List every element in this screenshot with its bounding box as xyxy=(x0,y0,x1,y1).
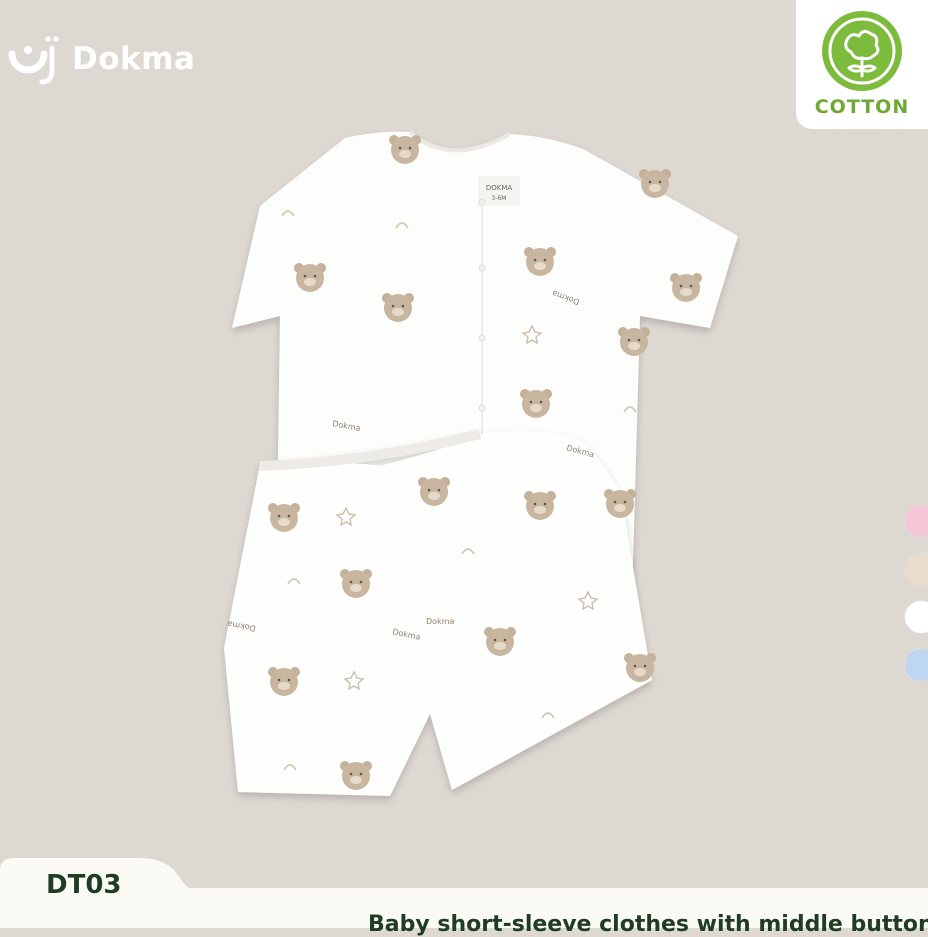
color-swatch-pink[interactable] xyxy=(904,504,928,538)
product-code: DT03 xyxy=(46,870,122,900)
print-text: Dokma xyxy=(426,617,454,626)
color-swatch-blue[interactable] xyxy=(904,648,928,682)
color-swatch-white[interactable] xyxy=(904,600,928,634)
cotton-label: COTTON xyxy=(814,96,910,118)
tag-size: 3-6M xyxy=(492,195,507,202)
cotton-badge: COTTON xyxy=(796,0,928,129)
cotton-flower-icon xyxy=(822,11,902,91)
product-title: Baby short-sleeve clothes with middle bu… xyxy=(368,912,928,937)
brand-logo[interactable]: Dokma xyxy=(4,30,195,88)
product-image[interactable]: DOKMA 3-6M Dokma Dokma Dokma Dokma Dokma… xyxy=(220,128,740,808)
tag-brand: DOKMA xyxy=(486,184,513,192)
brand-name: Dokma xyxy=(72,41,196,77)
color-swatch-beige[interactable] xyxy=(904,552,928,586)
dokma-logo-icon xyxy=(8,36,59,85)
